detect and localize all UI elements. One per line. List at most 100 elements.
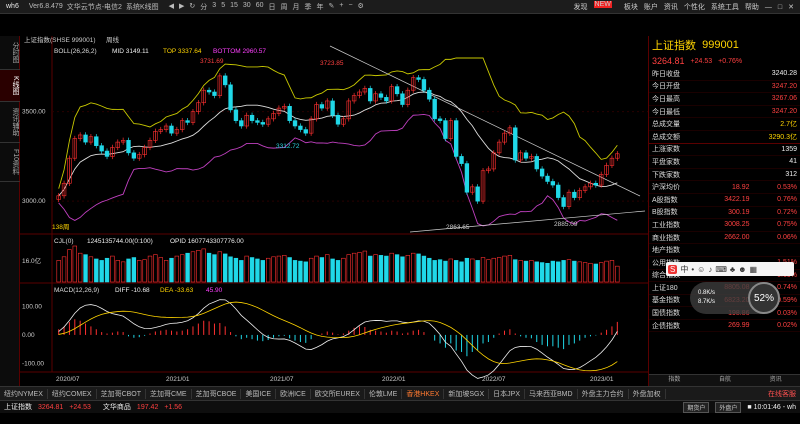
market-tab[interactable]: 芝加哥CBOE bbox=[192, 388, 242, 399]
period-3-button[interactable]: 5 bbox=[221, 2, 225, 12]
quote-stat-row: 今日开盘 3247.20 bbox=[649, 81, 800, 94]
index-row[interactable]: 地产指数 bbox=[649, 244, 800, 257]
market-tab[interactable]: 香港HKEX bbox=[402, 388, 445, 399]
period-4-button[interactable]: 15 bbox=[230, 2, 238, 12]
online-service-button[interactable]: 在线客服 bbox=[764, 389, 800, 399]
candle-body bbox=[421, 79, 427, 91]
period-7-button[interactable]: 日 bbox=[268, 2, 275, 12]
index-row[interactable]: A股指数 3422.19 0.76% bbox=[649, 194, 800, 207]
stat-value: 3247.20 bbox=[771, 108, 797, 116]
period-1-button[interactable]: 分 bbox=[200, 2, 207, 12]
market-tab[interactable]: 欧交所EUREX bbox=[311, 388, 365, 399]
sogou-logo-icon[interactable]: S bbox=[668, 264, 678, 274]
candle-body bbox=[523, 152, 529, 159]
index-row[interactable]: 沪深均价 18.92 0.53% bbox=[649, 181, 800, 194]
kline-chart[interactable]: 上证指数(SHSE 999001) 周线 BOLL(26,26,2) MID 3… bbox=[20, 35, 648, 386]
back-icon[interactable]: ◀ bbox=[169, 2, 174, 12]
maximize-icon[interactable]: □ bbox=[778, 4, 782, 11]
volume-bar bbox=[534, 261, 539, 283]
volume-bar bbox=[206, 252, 212, 283]
net-speed-widget[interactable]: 0.8K/s 8.7K/s 52% bbox=[690, 282, 780, 314]
panel-tab-index[interactable]: 指数 bbox=[649, 375, 700, 386]
ime-toolbar[interactable]: S 中 • ☺ ♪ ⌨ ♣ ☻ ▦ bbox=[666, 262, 794, 276]
menu-personalize[interactable]: 个性化 bbox=[684, 2, 705, 12]
market-tab[interactable]: 外盘主力合约 bbox=[578, 388, 629, 399]
index-row[interactable]: 工业指数 3008.25 0.75% bbox=[649, 219, 800, 232]
stat-value: 3267.06 bbox=[771, 95, 797, 103]
ime-skin-icon[interactable]: ♣ bbox=[730, 265, 735, 274]
ime-punct-icon[interactable]: • bbox=[691, 265, 694, 274]
period-11-button[interactable]: 年 bbox=[316, 2, 323, 12]
candle-body bbox=[561, 197, 566, 207]
market-tab[interactable]: 伦敦LME bbox=[365, 388, 403, 399]
stat-value: 3240.28 bbox=[771, 70, 797, 78]
draw-icon[interactable]: ✎ bbox=[328, 2, 334, 12]
boll-top: TOP 3337.64 bbox=[163, 48, 202, 55]
tab-news-aux[interactable]: 资讯辅助 bbox=[0, 102, 20, 143]
y-tick-label: 3000.00 bbox=[22, 198, 46, 205]
market-tab[interactable]: 美国ICE bbox=[241, 388, 277, 399]
market-tab[interactable]: 日本JPX bbox=[489, 388, 526, 399]
period-9-button[interactable]: 月 bbox=[292, 2, 299, 12]
market-tab[interactable]: 新加坡SGX bbox=[444, 388, 490, 399]
tab-kline[interactable]: K线图 bbox=[0, 70, 20, 102]
new-badge: NEW bbox=[593, 1, 612, 8]
ime-keyboard-icon[interactable]: ⌨ bbox=[715, 265, 727, 274]
panel-tab-custom[interactable]: 自航 bbox=[700, 375, 751, 386]
ime-emoji-icon[interactable]: ☺ bbox=[697, 265, 705, 274]
period-5-button[interactable]: 30 bbox=[243, 2, 251, 12]
index-row[interactable]: 企债指数 269.99 0.02% bbox=[649, 320, 800, 333]
market-tab[interactable]: 外盘加权 bbox=[629, 388, 666, 399]
zoom-out-icon[interactable]: − bbox=[348, 2, 352, 12]
market-tab[interactable]: 芝加哥CBOT bbox=[97, 388, 147, 399]
refresh-icon[interactable]: ↻ bbox=[189, 2, 195, 12]
tab-intraday[interactable]: 分时图 bbox=[0, 36, 20, 70]
status-time: 10:01:46 - wh bbox=[753, 403, 796, 411]
tab-f10[interactable]: F10资料 bbox=[0, 143, 20, 182]
menu-news[interactable]: 资讯 bbox=[664, 2, 678, 12]
period-6-button[interactable]: 60 bbox=[256, 2, 264, 12]
menu-discover[interactable]: 发现 NEW bbox=[574, 1, 618, 12]
index-row[interactable]: 商业指数 2662.00 0.06% bbox=[649, 232, 800, 245]
ime-lang-icon[interactable]: 中 bbox=[680, 264, 688, 275]
volume-bar bbox=[459, 261, 464, 283]
index-name: 企债指数 bbox=[652, 322, 680, 330]
ime-grid-icon[interactable]: ▦ bbox=[750, 265, 758, 274]
macd-diff: DIFF -10.68 bbox=[115, 287, 150, 294]
version-label: Ver6.8.479 bbox=[28, 3, 63, 10]
period-8-button[interactable]: 周 bbox=[280, 2, 287, 12]
candle-body bbox=[394, 86, 400, 95]
index-value: 18.92 bbox=[731, 183, 750, 191]
menu-sector[interactable]: 板块 bbox=[624, 2, 638, 12]
menu-help[interactable]: 帮助 bbox=[745, 2, 759, 12]
ime-mic-icon[interactable]: ♪ bbox=[708, 265, 712, 274]
market-tab[interactable]: 芝加哥CME bbox=[146, 388, 192, 399]
index-name: 地产指数 bbox=[652, 247, 680, 255]
panel-tab-news[interactable]: 资讯 bbox=[750, 375, 800, 386]
menu-system-tools[interactable]: 系统工具 bbox=[711, 2, 739, 12]
forward-icon[interactable]: ▶ bbox=[179, 2, 184, 12]
period-2-button[interactable]: 3 bbox=[212, 2, 216, 12]
volume-bar bbox=[513, 259, 518, 283]
futures-account-button[interactable]: 期货户 bbox=[683, 401, 710, 413]
index-row[interactable]: B股指数 300.19 0.72% bbox=[649, 207, 800, 220]
kline-chart-svg[interactable]: 上证指数(SHSE 999001) 周线 BOLL(26,26,2) MID 3… bbox=[20, 35, 648, 386]
market-tab[interactable]: 马来西亚BMD bbox=[525, 388, 578, 399]
close-icon[interactable]: ✕ bbox=[788, 3, 794, 11]
market-tab[interactable]: 纽约NYMEX bbox=[0, 388, 48, 399]
menu-account[interactable]: 账户 bbox=[644, 2, 658, 12]
settings-icon[interactable]: ⚙ bbox=[358, 2, 364, 12]
market-tab[interactable]: 纽约COMEX bbox=[48, 388, 97, 399]
server-label[interactable]: 文华云节点-电信2 bbox=[67, 2, 122, 12]
quote-pct: +0.76% bbox=[718, 57, 743, 65]
ime-user-icon[interactable]: ☻ bbox=[738, 265, 746, 274]
volume-bar bbox=[212, 254, 217, 283]
foreign-account-button[interactable]: 外盘户 bbox=[715, 401, 742, 413]
minimize-icon[interactable]: — bbox=[765, 4, 772, 11]
zoom-in-icon[interactable]: + bbox=[339, 2, 343, 12]
period-10-button[interactable]: 季 bbox=[304, 2, 311, 12]
quote-stat-row: 平盘家数 41 bbox=[649, 156, 800, 169]
toolbar-icons: ◀ ▶ ↻ 分 3 5 15 30 60 日 周 月 季 年 ✎ + − ⚙ bbox=[169, 2, 364, 12]
quote-code: 999001 bbox=[702, 39, 739, 51]
market-tab[interactable]: 欧洲ICE bbox=[276, 388, 311, 399]
